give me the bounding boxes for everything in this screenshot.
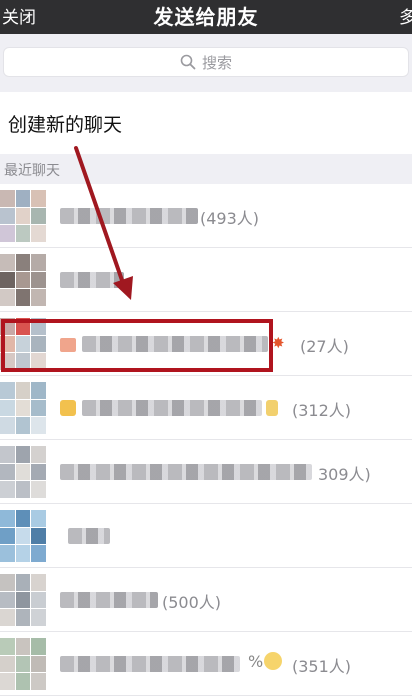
- page-title: 发送给朋友: [153, 5, 259, 29]
- chat-row[interactable]: (312人): [0, 376, 412, 440]
- chat-name-blurred: [60, 656, 240, 672]
- chat-name-blurred: [68, 528, 110, 544]
- chat-name-blurred: [60, 592, 158, 608]
- member-count: (27人): [300, 337, 349, 356]
- search-input[interactable]: 搜索: [3, 47, 409, 77]
- section-title: 最近聊天: [4, 163, 60, 179]
- nav-bar: 关闭 发送给朋友 多: [0, 0, 412, 34]
- chat-row[interactable]: % (351人): [0, 632, 412, 696]
- chat-name-blurred: [60, 464, 312, 480]
- chat-name-fragment: %: [248, 652, 264, 671]
- chat-row[interactable]: [0, 248, 412, 312]
- emoji-icon: [60, 338, 76, 352]
- group-avatar: [0, 638, 46, 690]
- create-new-chat-label: 创建新的聊天: [8, 114, 123, 136]
- multi-select-button[interactable]: 多: [399, 3, 412, 28]
- chat-row[interactable]: [0, 504, 412, 568]
- group-avatar: [0, 446, 46, 498]
- chat-row-highlighted[interactable]: ✸ (27人): [0, 312, 412, 376]
- recent-chats-header: 最近聊天: [0, 154, 412, 184]
- emoji-icon: [60, 400, 76, 416]
- member-count: (493人): [200, 209, 260, 228]
- chat-name-blurred: [82, 336, 268, 352]
- group-avatar: [0, 574, 46, 626]
- emoji-icon: [264, 652, 282, 670]
- search-icon: [180, 54, 196, 70]
- member-count: (312人): [292, 401, 352, 420]
- search-placeholder: 搜索: [201, 53, 232, 72]
- chat-row[interactable]: 309人): [0, 440, 412, 504]
- member-count: 309人): [318, 465, 371, 484]
- group-avatar: [0, 382, 46, 434]
- chat-name-blurred: [82, 400, 262, 416]
- emoji-icon: [266, 400, 278, 416]
- group-avatar: [0, 190, 46, 242]
- member-count: (500人): [162, 593, 222, 612]
- chat-name-blurred: [60, 208, 198, 224]
- search-bar: 搜索: [0, 34, 412, 92]
- member-count: (351人): [292, 657, 352, 676]
- create-new-chat-button[interactable]: 创建新的聊天: [0, 92, 412, 154]
- chat-row[interactable]: (493人): [0, 184, 412, 248]
- contact-avatar: [0, 254, 46, 306]
- contact-avatar: [0, 510, 46, 562]
- group-avatar: [0, 318, 46, 370]
- chat-name-blurred: [60, 272, 124, 288]
- chat-row[interactable]: (500人): [0, 568, 412, 632]
- sparkle-icon: ✸: [272, 334, 285, 352]
